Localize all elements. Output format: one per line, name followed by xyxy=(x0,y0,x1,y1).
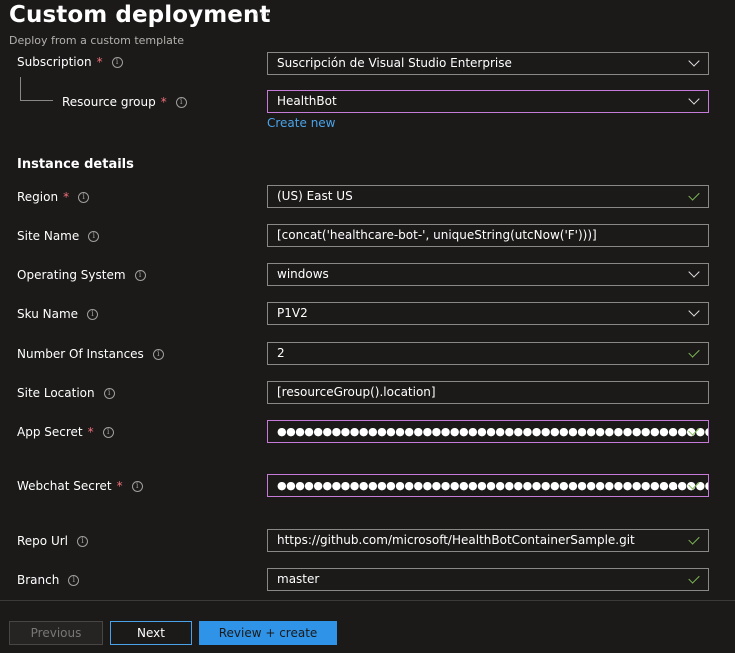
footer-bar: Previous Next Review + create xyxy=(0,600,735,653)
site-location-input[interactable]: [resourceGroup().location] xyxy=(267,381,709,404)
info-icon[interactable] xyxy=(175,96,187,108)
create-new-link[interactable]: Create new xyxy=(267,116,336,130)
site-name-label: Site Name xyxy=(17,226,100,246)
number-of-instances-label: Number Of Instances xyxy=(17,344,164,364)
app-secret-input[interactable]: ●●●●●●●●●●●●●●●●●●●●●●●●●●●●●●●●●●●●●●●●… xyxy=(267,420,709,443)
webchat-secret-input[interactable]: ●●●●●●●●●●●●●●●●●●●●●●●●●●●●●●●●●●●●●●●●… xyxy=(267,474,709,497)
info-icon[interactable] xyxy=(88,230,100,242)
info-icon[interactable] xyxy=(152,348,164,360)
page-title: Custom deployment xyxy=(9,2,271,28)
custom-deployment-page: Custom deployment ··· Deploy from a cust… xyxy=(0,0,735,653)
info-icon[interactable] xyxy=(77,535,89,547)
chevron-down-icon xyxy=(687,303,701,324)
info-icon[interactable] xyxy=(78,191,90,203)
chevron-down-icon xyxy=(687,264,701,285)
required-asterisk: * xyxy=(96,55,103,69)
sku-name-dropdown[interactable]: P1V2 xyxy=(267,302,709,325)
resource-group-dropdown[interactable]: HealthBot xyxy=(267,90,709,113)
required-asterisk: * xyxy=(87,425,94,439)
overflow-ellipsis: ... xyxy=(674,478,686,492)
review-create-button[interactable]: Review + create xyxy=(199,621,337,645)
webchat-secret-label: Webchat Secret * xyxy=(17,476,143,496)
subscription-label: Subscription * xyxy=(17,52,123,72)
subscription-dropdown[interactable]: Suscripción de Visual Studio Enterprise xyxy=(267,52,709,75)
region-label: Region * xyxy=(17,187,90,207)
chevron-down-icon xyxy=(687,91,701,112)
check-icon xyxy=(687,530,701,551)
page-subtitle: Deploy from a custom template xyxy=(9,34,185,47)
operating-system-label: Operating System xyxy=(17,265,146,285)
info-icon[interactable] xyxy=(111,56,123,68)
required-asterisk: * xyxy=(116,479,123,493)
info-icon[interactable] xyxy=(103,387,115,399)
tree-connector xyxy=(20,77,21,100)
site-location-label: Site Location xyxy=(17,383,115,403)
check-icon xyxy=(687,475,701,496)
info-icon[interactable] xyxy=(68,574,80,586)
resource-group-label: Resource group * xyxy=(62,92,187,112)
check-icon xyxy=(687,186,701,207)
info-icon[interactable] xyxy=(87,308,99,320)
info-icon[interactable] xyxy=(102,426,114,438)
branch-label: Branch xyxy=(17,570,80,590)
repo-url-label: Repo Url xyxy=(17,531,89,551)
check-icon xyxy=(687,343,701,364)
region-dropdown[interactable]: (US) East US xyxy=(267,185,709,208)
chevron-down-icon xyxy=(687,53,701,74)
next-button[interactable]: Next xyxy=(110,621,192,645)
info-icon[interactable] xyxy=(131,480,143,492)
site-name-input[interactable]: [concat('healthcare-bot-', uniqueString(… xyxy=(267,224,709,247)
app-secret-label: App Secret * xyxy=(17,422,114,442)
branch-input[interactable]: master xyxy=(267,568,709,591)
repo-url-input[interactable]: https://github.com/microsoft/HealthBotCo… xyxy=(267,529,709,552)
sku-name-label: Sku Name xyxy=(17,304,99,324)
more-options-icon[interactable]: ··· xyxy=(254,6,271,24)
required-asterisk: * xyxy=(160,95,167,109)
number-of-instances-input[interactable]: 2 xyxy=(267,342,709,365)
required-asterisk: * xyxy=(63,190,70,204)
info-icon[interactable] xyxy=(134,269,146,281)
check-icon xyxy=(687,421,701,442)
tree-connector-horizontal xyxy=(20,100,53,101)
check-icon xyxy=(687,569,701,590)
instance-details-heading: Instance details xyxy=(17,157,134,172)
operating-system-dropdown[interactable]: windows xyxy=(267,263,709,286)
previous-button[interactable]: Previous xyxy=(9,621,103,645)
